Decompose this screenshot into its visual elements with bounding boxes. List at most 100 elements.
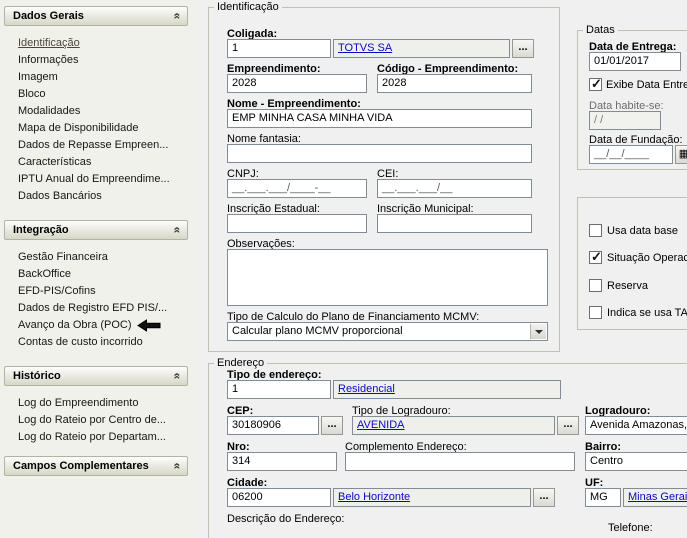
nav-label: Avanço da Obra (POC) [18,319,132,331]
dropdown-arrow-icon[interactable] [530,324,546,339]
tipo-logradouro-browse-button[interactable]: ... [557,416,579,435]
uf-lookup-field[interactable]: Minas Gerais [623,488,687,507]
nro-input[interactable]: 314 [227,452,337,471]
coligada-input[interactable]: 1 [227,39,331,58]
cidade-input[interactable]: 06200 [227,488,331,507]
nav-label: IPTU Anual do Empreendime... [18,173,170,185]
nav-label: BackOffice [18,268,71,280]
uf-lookup-link[interactable]: Minas Gerais [628,491,687,503]
nav-label: Mapa de Disponibilidade [18,122,139,134]
section-header-dados-gerais[interactable]: Dados Gerais [4,6,188,26]
data-entrega-input[interactable]: 01/01/2017 [589,52,681,71]
situacao-operacional-checkbox[interactable] [589,249,602,265]
nav-label: Dados Bancários [18,190,102,202]
groupbox-title-datas: Datas [583,24,618,36]
bairro-input[interactable]: Centro [585,452,687,471]
nav-label: Imagem [18,71,58,83]
section-title: Campos Complementares [13,460,149,472]
nav-label: Dados de Registro EFD PIS/... [18,302,168,314]
sidebar-item-log-rateio-centro[interactable]: Log do Rateio por Centro de... [18,412,188,429]
collapse-chevron-icon[interactable] [173,463,183,470]
nav-label: Modalidades [18,105,81,117]
sidebar-item-log-empreendimento[interactable]: Log do Empreendimento [18,395,188,412]
empreendimento-input[interactable]: 2028 [227,74,367,93]
sidebar-item-caracteristicas[interactable]: Características [18,154,188,171]
tipo-logradouro-lookup-field[interactable]: AVENIDA [352,416,555,435]
sidebar-item-registro-efd-pis[interactable]: Dados de Registro EFD PIS/... [18,300,188,317]
exibe-data-entrega-checkbox[interactable] [589,76,602,92]
usa-data-base-label: Usa data base [607,225,678,237]
coligada-browse-button[interactable]: ... [512,39,534,58]
sidebar-section-historico: Histórico Log do Empreendimento Log do R… [4,366,188,446]
indica-usa-ta-checkbox[interactable] [589,306,602,319]
sidebar-item-log-rateio-departamento[interactable]: Log do Rateio por Departam... [18,429,188,446]
sidebar-item-identificacao[interactable]: Identificação [18,35,188,52]
tipo-endereco-lookup-link[interactable]: Residencial [338,383,395,395]
nav-list: Gestão Financeira BackOffice EFD-PIS/Cof… [4,240,188,351]
nav-label: Gestão Financeira [18,251,108,263]
nav-label: Bloco [18,88,46,100]
cidade-lookup-field[interactable]: Belo Horizonte [333,488,531,507]
complemento-endereco-input[interactable] [345,452,575,471]
nav-label: Log do Empreendimento [18,397,139,409]
nome-fantasia-input[interactable] [227,144,532,163]
sidebar-item-dados-repasse[interactable]: Dados de Repasse Empreen... [18,137,188,154]
nav-label: Dados de Repasse Empreen... [18,139,169,151]
sidebar-item-imagem[interactable]: Imagem [18,69,188,86]
groupbox-title-identificacao: Identificação [214,1,282,13]
coligada-lookup-field[interactable]: TOTVS SA [333,39,510,58]
sidebar-item-dados-bancarios[interactable]: Dados Bancários [18,188,188,205]
cep-input[interactable]: 30180906 [227,416,319,435]
sidebar-item-mapa-disponibilidade[interactable]: Mapa de Disponibilidade [18,120,188,137]
sidebar-item-bloco[interactable]: Bloco [18,86,188,103]
cei-input[interactable]: __.___.___/__ [377,179,532,198]
mcmv-dropdown[interactable]: Calcular plano MCMV proporcional [227,322,548,341]
indica-usa-ta-label: Indica se usa TA [607,307,687,319]
section-title: Histórico [13,370,61,382]
codigo-empreendimento-input[interactable]: 2028 [377,74,532,93]
groupbox-title-endereco: Endereço [214,357,268,369]
sidebar-item-contas-custo-incorrido[interactable]: Contas de custo incorrido [18,334,188,351]
sidebar-item-avanco-obra-poc[interactable]: Avanço da Obra (POC) [18,317,188,334]
observacoes-textarea[interactable] [227,249,548,306]
usa-data-base-checkbox[interactable] [589,224,602,237]
section-title: Dados Gerais [13,10,84,22]
nav-label: Características [18,156,92,168]
inscricao-municipal-input[interactable] [377,214,532,233]
sidebar-item-modalidades[interactable]: Modalidades [18,103,188,120]
collapse-chevron-icon[interactable] [173,373,183,380]
section-header-historico[interactable]: Histórico [4,366,188,386]
section-header-campos-complementares[interactable]: Campos Complementares [4,456,188,476]
nav-list: Identificação Informações Imagem Bloco M… [4,26,188,205]
app-window: Dados Gerais Identificação Informações I… [0,0,687,538]
uf-input[interactable]: MG [585,488,621,507]
sidebar-item-iptu-anual[interactable]: IPTU Anual do Empreendime... [18,171,188,188]
tipo-endereco-input[interactable]: 1 [227,380,331,399]
sidebar-section-dados-gerais: Dados Gerais Identificação Informações I… [4,6,188,205]
sidebar-panel: Dados Gerais Identificação Informações I… [0,0,196,538]
nav-label: Log do Rateio por Departam... [18,431,166,443]
section-header-integracao[interactable]: Integração [4,220,188,240]
sidebar-item-efd-pis-cofins[interactable]: EFD-PIS/Cofins [18,283,188,300]
logradouro-input[interactable]: Avenida Amazonas, 3 [585,416,687,435]
tipo-logradouro-lookup-link[interactable]: AVENIDA [357,419,404,431]
cnpj-input[interactable]: __.___.___/____-__ [227,179,367,198]
annotation-arrow-icon [136,319,161,332]
data-fundacao-input[interactable]: __/__/____ [589,145,673,164]
nome-empreendimento-input[interactable]: EMP MINHA CASA MINHA VIDA [227,109,532,128]
inscricao-estadual-input[interactable] [227,214,367,233]
cep-browse-button[interactable]: ... [321,416,343,435]
calendar-button[interactable] [675,145,687,164]
sidebar-item-backoffice[interactable]: BackOffice [18,266,188,283]
sidebar-item-informacoes[interactable]: Informações [18,52,188,69]
nav-label: Informações [18,54,79,66]
sidebar-item-gestao-financeira[interactable]: Gestão Financeira [18,249,188,266]
reserva-checkbox[interactable] [589,279,602,292]
descricao-endereco-label: Descrição do Endereço: [227,513,345,525]
cidade-lookup-link[interactable]: Belo Horizonte [338,491,410,503]
collapse-chevron-icon[interactable] [173,227,183,234]
cidade-browse-button[interactable]: ... [533,488,555,507]
collapse-chevron-icon[interactable] [173,13,183,20]
coligada-lookup-link[interactable]: TOTVS SA [338,42,392,54]
tipo-endereco-lookup-field[interactable]: Residencial [333,380,561,399]
